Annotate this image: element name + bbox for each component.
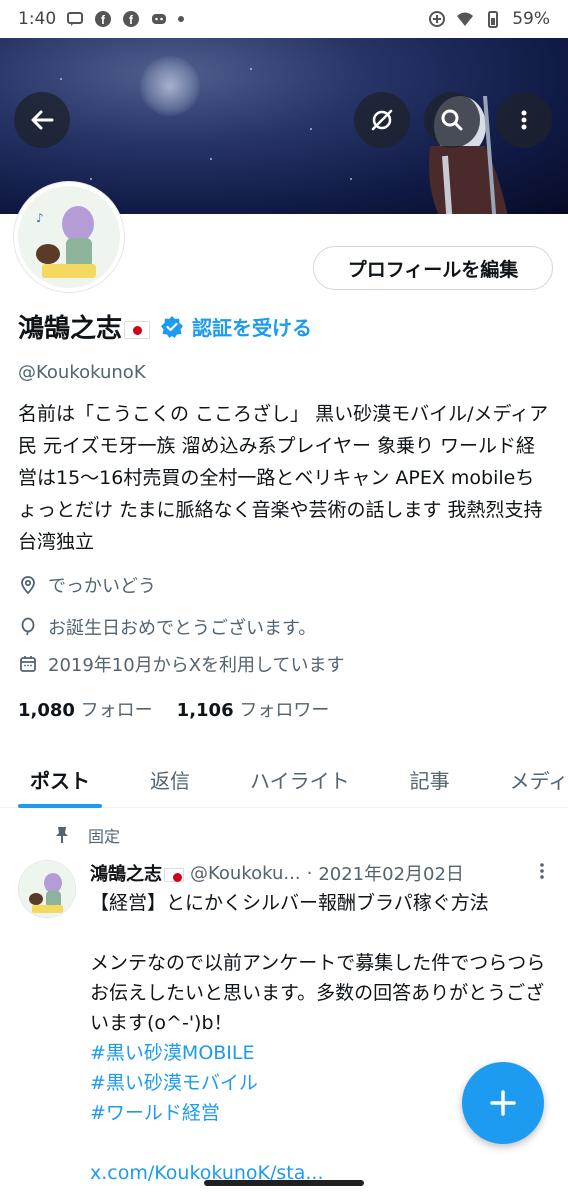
followers-link[interactable]: 1,106 フォロワー	[177, 696, 330, 722]
post-separator: ·	[306, 862, 313, 884]
birthday-text: お誕生日おめでとうございます。	[48, 618, 317, 639]
followers-count: 1,106	[176, 700, 234, 721]
followers-label: フォロワー	[239, 700, 330, 721]
tab-replies[interactable]: 返信	[120, 750, 220, 808]
tab-highlights[interactable]: ハイライト	[220, 750, 380, 808]
battery-icon	[488, 11, 499, 28]
following-count: 1,080	[18, 700, 75, 721]
balloon-icon	[21, 617, 35, 636]
post-body[interactable]: 【経営】とにかくシルバー報酬ブラパ稼ぐ方法 メンテなので以前アンケートで募集した…	[90, 888, 552, 1188]
more-notifications-dot	[178, 16, 185, 22]
profile-handle: @KoukokunoK	[18, 362, 146, 383]
post-author-name[interactable]: 鴻鵠之志	[90, 860, 184, 886]
edit-profile-button[interactable]: プロフィールを編集	[313, 246, 553, 290]
japan-flag-icon	[124, 320, 151, 339]
arrow-left-icon	[31, 110, 54, 130]
avatar-illustration: ♪	[18, 186, 120, 288]
pin-icon	[56, 827, 68, 843]
verified-badge-icon	[161, 315, 184, 338]
post-title-line: 【経営】とにかくシルバー報酬ブラパ稼ぐ方法	[90, 892, 489, 914]
get-verified-label: 認証を受ける	[192, 316, 313, 340]
calendar-icon	[20, 656, 36, 672]
following-link[interactable]: 1,080 フォロー	[18, 696, 153, 722]
hashtag-link[interactable]: #黒い砂漠MOBILE	[90, 1038, 552, 1068]
facebook-icon-2: f	[123, 11, 140, 27]
post-author-handle[interactable]: @Koukoku...	[190, 863, 301, 884]
get-verified-link[interactable]: 認証を受ける	[160, 312, 312, 341]
grok-icon	[371, 109, 393, 131]
status-time: 1:40	[18, 9, 57, 29]
search-icon	[441, 109, 463, 131]
more-vertical-icon	[540, 862, 544, 879]
pinned-label: 固定	[88, 827, 121, 846]
profile-bio: 名前は「こうこくの こころざし」 黒い砂漠モバイル/メディア民 元イズモ牙一族 …	[18, 403, 549, 553]
post-japan-flag-icon	[164, 868, 184, 882]
more-button[interactable]	[496, 92, 552, 148]
profile-display-name: 鴻鵠之志	[18, 308, 151, 345]
profile-avatar[interactable]: ♪	[14, 182, 124, 292]
chat-notification-icon	[67, 12, 84, 26]
post-more-button[interactable]	[534, 861, 550, 886]
battery-percent: 59%	[512, 9, 550, 29]
location-text: でっかいどう	[48, 576, 156, 597]
status-bar: 1:40 f f 59%	[0, 0, 568, 38]
grok-button[interactable]	[354, 92, 410, 148]
svg-text:♪: ♪	[36, 211, 44, 225]
post-author-avatar[interactable]	[18, 860, 76, 918]
location-pin-icon	[21, 576, 35, 595]
profile-name-row: 鴻鵠之志 認証を受ける	[18, 308, 312, 345]
profile-joined: 2019年10月からXを利用しています	[18, 651, 345, 677]
wifi-icon	[457, 12, 474, 26]
plus-icon	[490, 1090, 516, 1116]
post-avatar-illustration	[19, 861, 75, 917]
facebook-icon: f	[95, 11, 112, 27]
post-header: 鴻鵠之志 @Koukoku... · 2021年02月02日	[90, 860, 550, 886]
tab-posts[interactable]: ポスト	[0, 750, 120, 808]
profile-birthday: お誕生日おめでとうございます。	[18, 614, 316, 640]
data-saver-icon	[429, 11, 446, 27]
tab-media[interactable]: メディア	[480, 750, 568, 808]
profile-tabs: ポスト 返信 ハイライト 記事 メディア	[0, 750, 568, 808]
search-button[interactable]	[424, 92, 480, 148]
post-text: メンテなので以前アンケートで募集した件でつらつらお伝えしたいと思います。多数の回…	[90, 952, 546, 1034]
compose-post-button[interactable]	[462, 1062, 544, 1144]
joined-text: 2019年10月からXを利用しています	[48, 655, 345, 676]
follow-stats: 1,080 フォロー 1,106 フォロワー	[18, 696, 329, 722]
tab-articles[interactable]: 記事	[380, 750, 480, 808]
following-label: フォロー	[80, 700, 153, 721]
banner-moon	[140, 56, 200, 116]
home-gesture-bar[interactable]	[204, 1180, 364, 1186]
profile-location: でっかいどう	[18, 572, 156, 598]
discord-icon	[152, 14, 167, 24]
back-button[interactable]	[14, 92, 70, 148]
more-vertical-icon	[521, 110, 527, 130]
pinned-indicator: 固定	[54, 823, 120, 847]
post-date[interactable]: 2021年02月02日	[318, 860, 464, 886]
